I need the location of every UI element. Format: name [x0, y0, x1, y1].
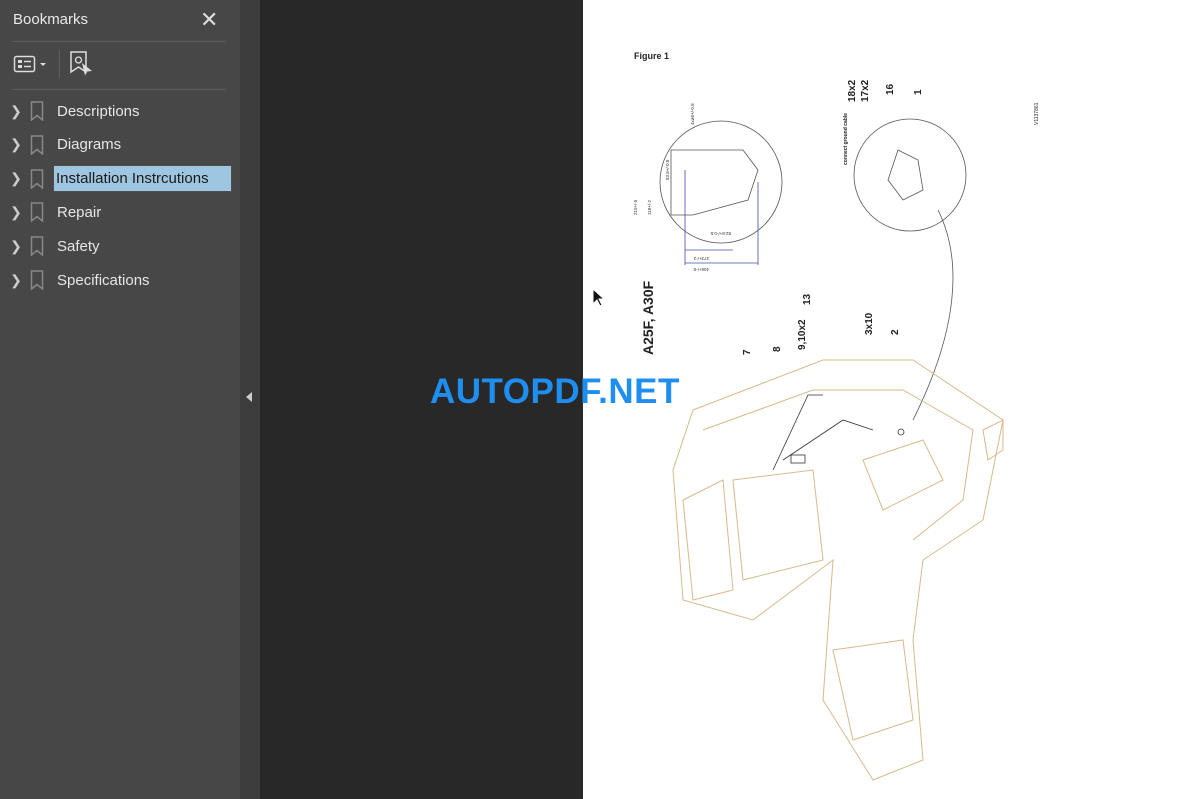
bookmark-label: Repair: [57, 203, 102, 221]
callout: 13: [802, 293, 813, 305]
bookmark-options-button[interactable]: [13, 50, 51, 78]
drawing-id: V1137861: [1034, 102, 1040, 125]
bookmarks-panel: Bookmarks ✕ ❯ Descriptions ❯ Diagrams ❯ Insta…: [0, 0, 240, 799]
divider: [12, 89, 225, 90]
bookmark-icon: [30, 236, 44, 257]
dimension: 82.8+/-0.5: [710, 231, 731, 236]
callout: connect ground cable: [843, 113, 849, 165]
detail-circle-bracket: [659, 120, 783, 244]
chevron-right-icon[interactable]: ❯: [8, 170, 24, 187]
chevron-right-icon[interactable]: ❯: [8, 204, 24, 221]
dimension: 83.8+/-0.8: [665, 159, 670, 180]
detail-circle-ground: [853, 118, 967, 232]
dimension: 4xø8+/-0.8: [690, 103, 695, 125]
leader-curve: [912, 209, 954, 421]
collapse-panel-icon[interactable]: [246, 392, 252, 402]
divider: [59, 50, 60, 78]
bookmark-label: Installation Instrcutions: [53, 165, 232, 193]
bookmark-label: Specifications: [57, 271, 150, 289]
callout: 1: [913, 89, 924, 95]
dimension: 215+/-5: [633, 199, 638, 215]
bookmark-item[interactable]: ❯ Descriptions: [8, 97, 236, 125]
bookmark-label: Safety: [57, 237, 100, 255]
bookmark-icon: [30, 101, 44, 121]
callout: 17x2: [860, 79, 871, 102]
callout: 18x2: [847, 79, 858, 102]
close-icon[interactable]: ✕: [200, 7, 218, 33]
bookmark-options-icon: [13, 55, 46, 73]
bookmark-icon: [30, 135, 44, 155]
mouse-cursor-icon: [592, 288, 606, 307]
bookmark-icon: [30, 168, 44, 189]
callout: 7: [742, 349, 753, 355]
bookmark-item[interactable]: ❯ Safety: [8, 232, 236, 260]
chevron-right-icon[interactable]: ❯: [8, 238, 24, 255]
callout: 9,10x2: [797, 319, 808, 350]
dimension: 273+/-2: [693, 256, 709, 261]
bookmark-item[interactable]: ❯ Installation Instrcutions: [8, 165, 236, 193]
bookmark-item[interactable]: ❯ Specifications: [8, 266, 236, 294]
chevron-right-icon[interactable]: ❯: [8, 103, 24, 120]
model-label: A25F, A30F: [640, 280, 656, 355]
find-current-bookmark-button[interactable]: [69, 50, 95, 78]
find-current-bookmark-icon: [70, 51, 92, 76]
bookmark-item[interactable]: ❯ Diagrams: [8, 131, 236, 159]
watermark: AUTOPDF.NET: [430, 372, 680, 411]
chevron-right-icon[interactable]: ❯: [8, 272, 24, 289]
dimension: 118+/-2: [647, 199, 652, 215]
callout: 8: [772, 346, 783, 352]
bookmark-label: Descriptions: [57, 102, 140, 120]
bookmark-icon: [30, 202, 44, 223]
chevron-right-icon[interactable]: ❯: [8, 136, 24, 153]
divider: [12, 41, 225, 42]
bookmark-icon: [30, 270, 44, 290]
callout: 2: [890, 329, 901, 335]
callout: 3x10: [864, 312, 875, 335]
dimension: 406+/-5: [693, 267, 709, 272]
callout: 16: [885, 83, 896, 95]
bookmark-label: Diagrams: [57, 136, 122, 154]
bookmark-item[interactable]: ❯ Repair: [8, 198, 236, 226]
panel-splitter[interactable]: [240, 0, 260, 799]
panel-title: Bookmarks: [13, 11, 89, 28]
